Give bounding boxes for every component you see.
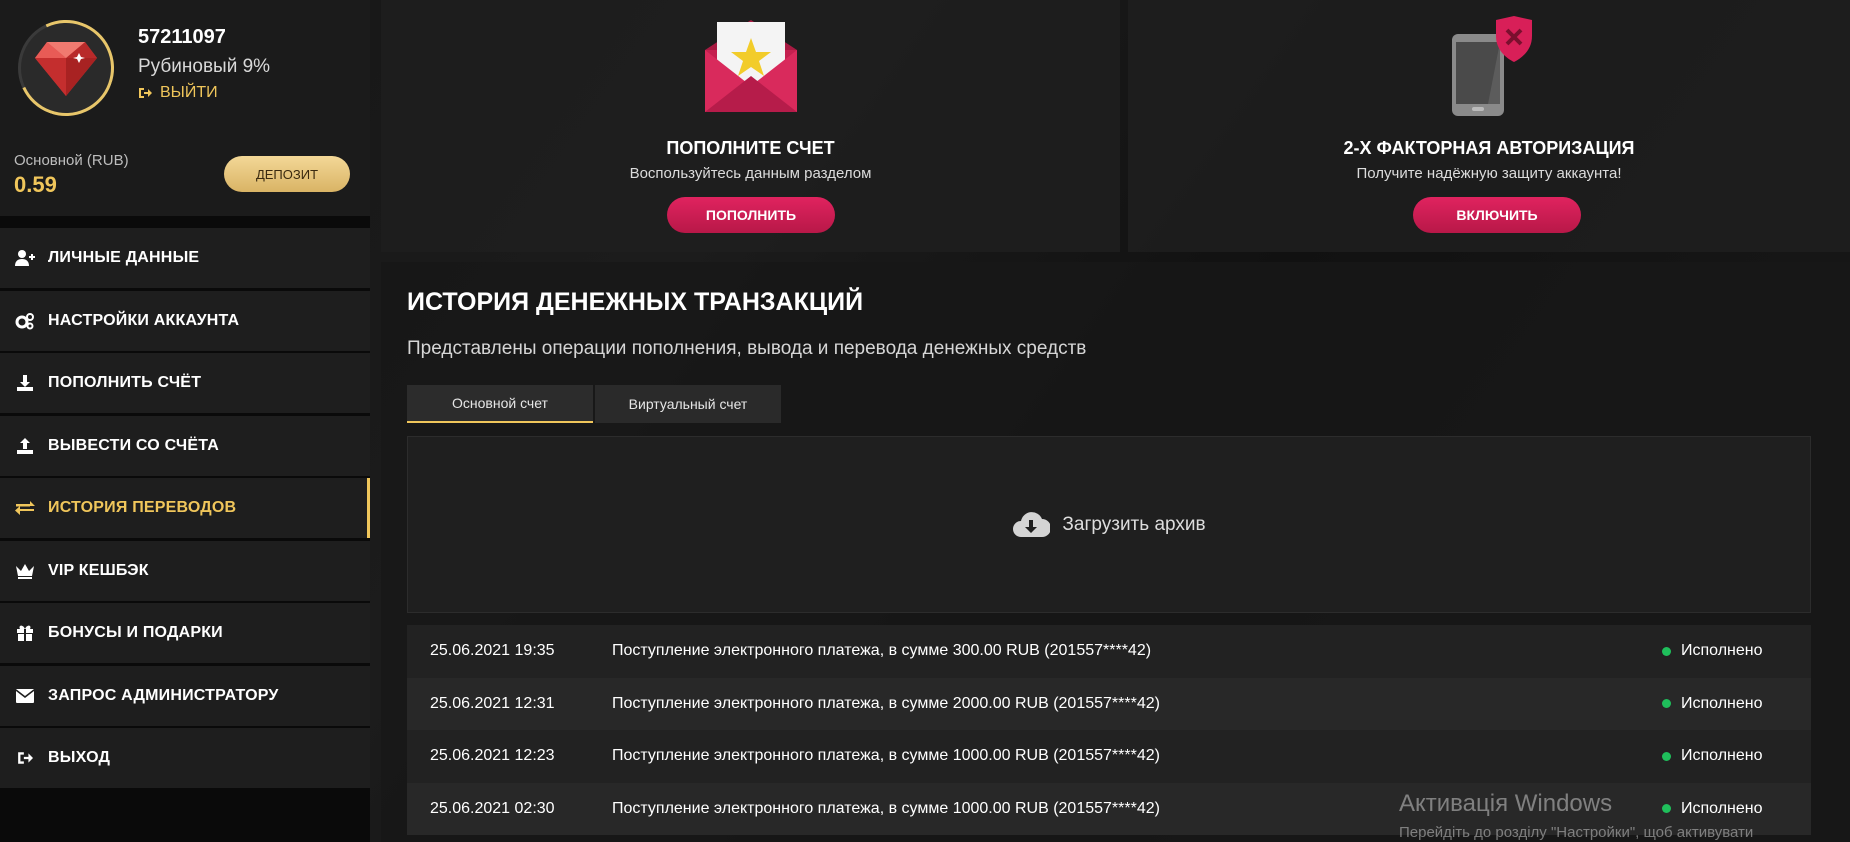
- download-icon: [14, 373, 36, 393]
- sign-out-icon: [14, 748, 36, 768]
- download-archive-label: Загрузить архив: [1062, 513, 1206, 535]
- sidebar-menu: ЛИЧНЫЕ ДАННЫЕ НАСТРОЙКИ АККАУНТА ПОПОЛНИ…: [0, 228, 370, 791]
- windows-activation-watermark: Активація Windows Перейдіть до розділу "…: [1399, 790, 1753, 841]
- status-dot-icon: [1662, 646, 1671, 656]
- row-date: 25.06.2021 19:35: [430, 642, 555, 660]
- page-subtitle: Представлены операции пополнения, вывода…: [407, 338, 1087, 359]
- exchange-arrows-icon: [14, 498, 36, 518]
- envelope-icon: [14, 686, 36, 706]
- logout-link[interactable]: ВЫЙТИ: [138, 84, 218, 102]
- row-status: Исполнено: [1681, 747, 1763, 765]
- sidebar-item-label: ВЫХОД: [48, 749, 111, 766]
- envelope-star-icon: [703, 16, 799, 121]
- row-date: 25.06.2021 12:23: [430, 747, 555, 765]
- profile-panel: 57211097 Рубиновый 9% ВЫЙТИ Основной (RU…: [0, 0, 370, 216]
- sidebar-item-account-settings[interactable]: НАСТРОЙКИ АККАУНТА: [0, 290, 370, 351]
- sign-out-icon: [139, 88, 152, 98]
- sidebar-item-label: БОНУСЫ И ПОДАРКИ: [48, 624, 223, 641]
- account-tabs: Основной счет Виртуальный счет: [407, 385, 783, 423]
- deposit-button[interactable]: ДЕПОЗИТ: [224, 156, 350, 192]
- balance-label: Основной (RUB): [14, 152, 129, 169]
- user-level: Рубиновый 9%: [138, 56, 271, 77]
- tab-virtual-account[interactable]: Виртуальный счет: [595, 385, 781, 423]
- user-plus-icon: [14, 248, 36, 268]
- sidebar-item-label: ЗАПРОС АДМИНИСТРАТОРУ: [48, 686, 279, 704]
- sidebar-item-label: ИСТОРИЯ ПЕРЕВОДОВ: [48, 499, 237, 516]
- twofa-card-title: 2-Х ФАКТОРНАЯ АВТОРИЗАЦИЯ: [1343, 138, 1635, 158]
- sidebar-item-vip-cashback[interactable]: VIP КЕШБЭК: [0, 540, 370, 601]
- phone-shield-icon: [1444, 16, 1534, 121]
- page-title: ИСТОРИЯ ДЕНЕЖНЫХ ТРАНЗАКЦИЙ: [407, 288, 864, 316]
- table-row: 25.06.2021 12:23 Поступление электронног…: [407, 730, 1811, 783]
- row-description: Поступление электронного платежа, в сумм…: [612, 694, 1160, 712]
- user-id: 57211097: [138, 26, 226, 48]
- logout-label: ВЫЙТИ: [160, 84, 218, 101]
- status-badge: Исполнено: [1662, 642, 1763, 660]
- level-progress-ring: [4, 6, 128, 130]
- row-description: Поступление электронного платежа, в сумм…: [612, 642, 1152, 660]
- table-row: 25.06.2021 12:31 Поступление электронног…: [407, 677, 1811, 730]
- sidebar-item-label: ЛИЧНЫЕ ДАННЫЕ: [48, 249, 200, 266]
- row-date: 25.06.2021 02:30: [430, 799, 555, 817]
- topup-card: ПОПОЛНИТЕ СЧЕТ Воспользуйтесь данным раз…: [381, 0, 1120, 252]
- sidebar-item-admin-request[interactable]: ЗАПРОС АДМИНИСТРАТОРУ: [0, 665, 370, 726]
- cloud-download-icon: [1013, 511, 1051, 537]
- gift-icon: [14, 623, 36, 643]
- topup-button[interactable]: ПОПОЛНИТЬ: [667, 197, 835, 233]
- enable-2fa-button[interactable]: ВКЛЮЧИТЬ: [1413, 197, 1581, 233]
- row-date: 25.06.2021 12:31: [430, 694, 555, 712]
- status-dot-icon: [1662, 751, 1671, 761]
- status-badge: Исполнено: [1662, 747, 1763, 765]
- watermark-title: Активація Windows: [1399, 790, 1613, 817]
- crown-icon: [14, 561, 36, 581]
- twofa-card: 2-Х ФАКТОРНАЯ АВТОРИЗАЦИЯ Получите надёж…: [1128, 0, 1850, 252]
- sidebar-item-deposit[interactable]: ПОПОЛНИТЬ СЧЁТ: [0, 353, 370, 413]
- balance-value: 0.59: [14, 172, 57, 197]
- status-dot-icon: [1662, 699, 1671, 709]
- tab-main-account[interactable]: Основной счет: [407, 385, 593, 423]
- topup-card-title: ПОПОЛНИТЕ СЧЕТ: [666, 138, 835, 158]
- sidebar-item-label: ПОПОЛНИТЬ СЧЁТ: [48, 374, 202, 391]
- sidebar-item-transfer-history[interactable]: ИСТОРИЯ ПЕРЕВОДОВ: [0, 478, 370, 538]
- page-root: 57211097 Рубиновый 9% ВЫЙТИ Основной (RU…: [0, 0, 1850, 842]
- avatar[interactable]: [4, 6, 128, 130]
- gears-icon: [14, 311, 36, 331]
- twofa-card-subtitle: Получите надёжную защиту аккаунта!: [1356, 165, 1622, 182]
- sidebar-item-bonuses[interactable]: БОНУСЫ И ПОДАРКИ: [0, 603, 370, 663]
- sidebar-item-withdraw[interactable]: ВЫВЕСТИ СО СЧЁТА: [0, 415, 370, 476]
- status-badge: Исполнено: [1662, 695, 1763, 713]
- upload-icon: [14, 436, 36, 456]
- sidebar-item-label: VIP КЕШБЭК: [48, 561, 149, 579]
- row-description: Поступление электронного платежа, в сумм…: [612, 747, 1160, 765]
- table-row: 25.06.2021 19:35 Поступление электронног…: [407, 625, 1811, 678]
- row-status: Исполнено: [1681, 642, 1763, 660]
- watermark-subtitle: Перейдіть до розділу "Настройки", щоб ак…: [1399, 824, 1754, 841]
- row-status: Исполнено: [1681, 694, 1763, 712]
- transaction-history-panel: ИСТОРИЯ ДЕНЕЖНЫХ ТРАНЗАКЦИЙ Представлены…: [381, 262, 1850, 842]
- download-archive-button[interactable]: Загрузить архив: [407, 436, 1811, 613]
- sidebar-item-personal-data[interactable]: ЛИЧНЫЕ ДАННЫЕ: [0, 228, 370, 288]
- sidebar-item-exit[interactable]: ВЫХОД: [0, 728, 370, 788]
- sidebar: 57211097 Рубиновый 9% ВЫЙТИ Основной (RU…: [0, 0, 370, 842]
- topup-card-subtitle: Воспользуйтесь данным разделом: [629, 165, 872, 182]
- sidebar-item-label: ВЫВЕСТИ СО СЧЁТА: [48, 436, 219, 454]
- sidebar-item-label: НАСТРОЙКИ АККАУНТА: [48, 311, 240, 329]
